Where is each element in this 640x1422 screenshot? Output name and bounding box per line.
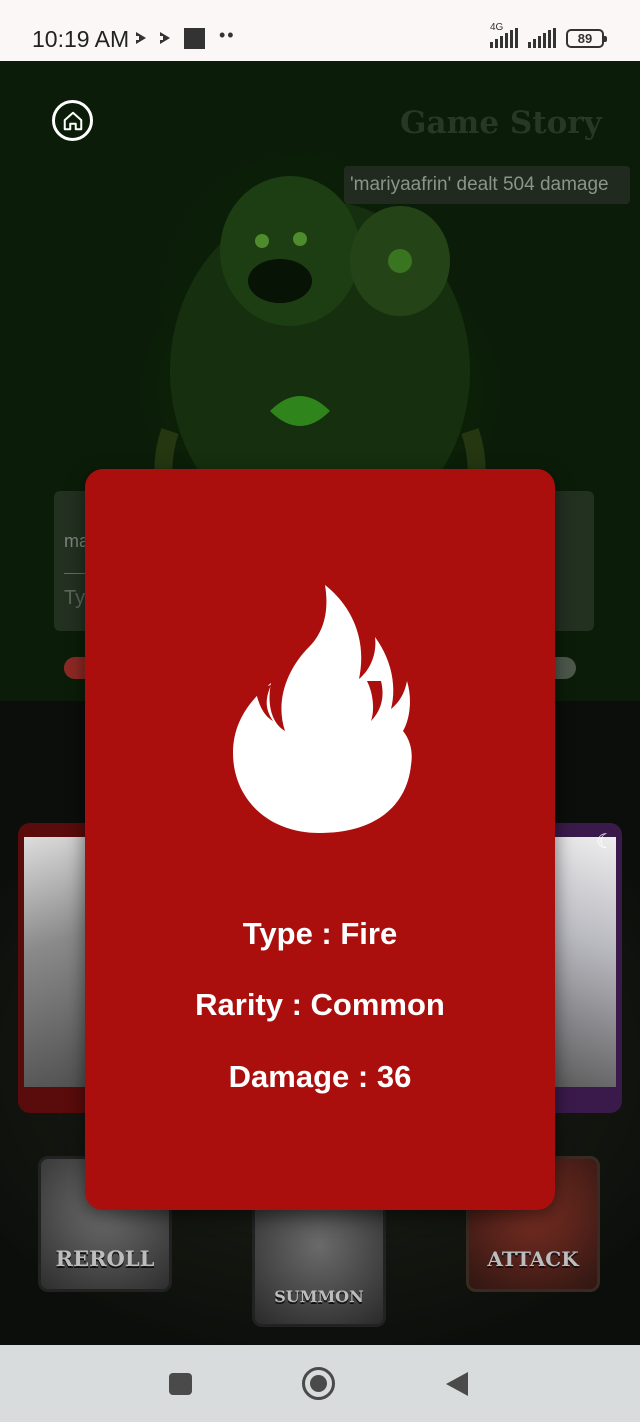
battery-level: 89 (577, 31, 593, 46)
notification-icons: •• (136, 24, 236, 49)
moon-icon: ☾ (596, 831, 614, 853)
status-bar: 10:19 AM •• 4G 89 (0, 0, 640, 61)
battle-log-message: 'mariyaafrin' dealt 504 damage (344, 166, 630, 204)
status-indicators: 4G 89 (490, 22, 607, 48)
card-rarity: Rarity : Common (195, 987, 445, 1022)
home-circle-icon[interactable] (302, 1367, 335, 1400)
recent-apps-icon[interactable] (169, 1373, 192, 1395)
back-icon[interactable] (446, 1372, 468, 1396)
status-time: 10:19 AM (32, 26, 130, 52)
more-dots-icon: •• (219, 24, 236, 45)
battery-icon: 89 (566, 29, 607, 48)
fire-icon (233, 585, 412, 833)
summon-button[interactable]: SUMMON (252, 1191, 386, 1327)
stop-square-icon (184, 27, 205, 49)
play-icon (136, 32, 146, 44)
chat-input[interactable]: Ty (64, 587, 85, 610)
card-damage: Damage : 36 (228, 1059, 412, 1094)
play-icon (160, 32, 170, 44)
network-type-label: 4G (490, 22, 504, 33)
home-button[interactable] (52, 100, 93, 141)
home-icon (63, 111, 82, 130)
signal-icon (528, 28, 556, 48)
system-nav-bar (0, 1345, 640, 1422)
card-detail-modal[interactable]: Type : Fire Rarity : Common Damage : 36 (85, 469, 555, 1210)
card-type: Type : Fire (242, 916, 398, 951)
signal-icon: 4G (490, 22, 518, 48)
game-title: Game Story (400, 105, 602, 141)
